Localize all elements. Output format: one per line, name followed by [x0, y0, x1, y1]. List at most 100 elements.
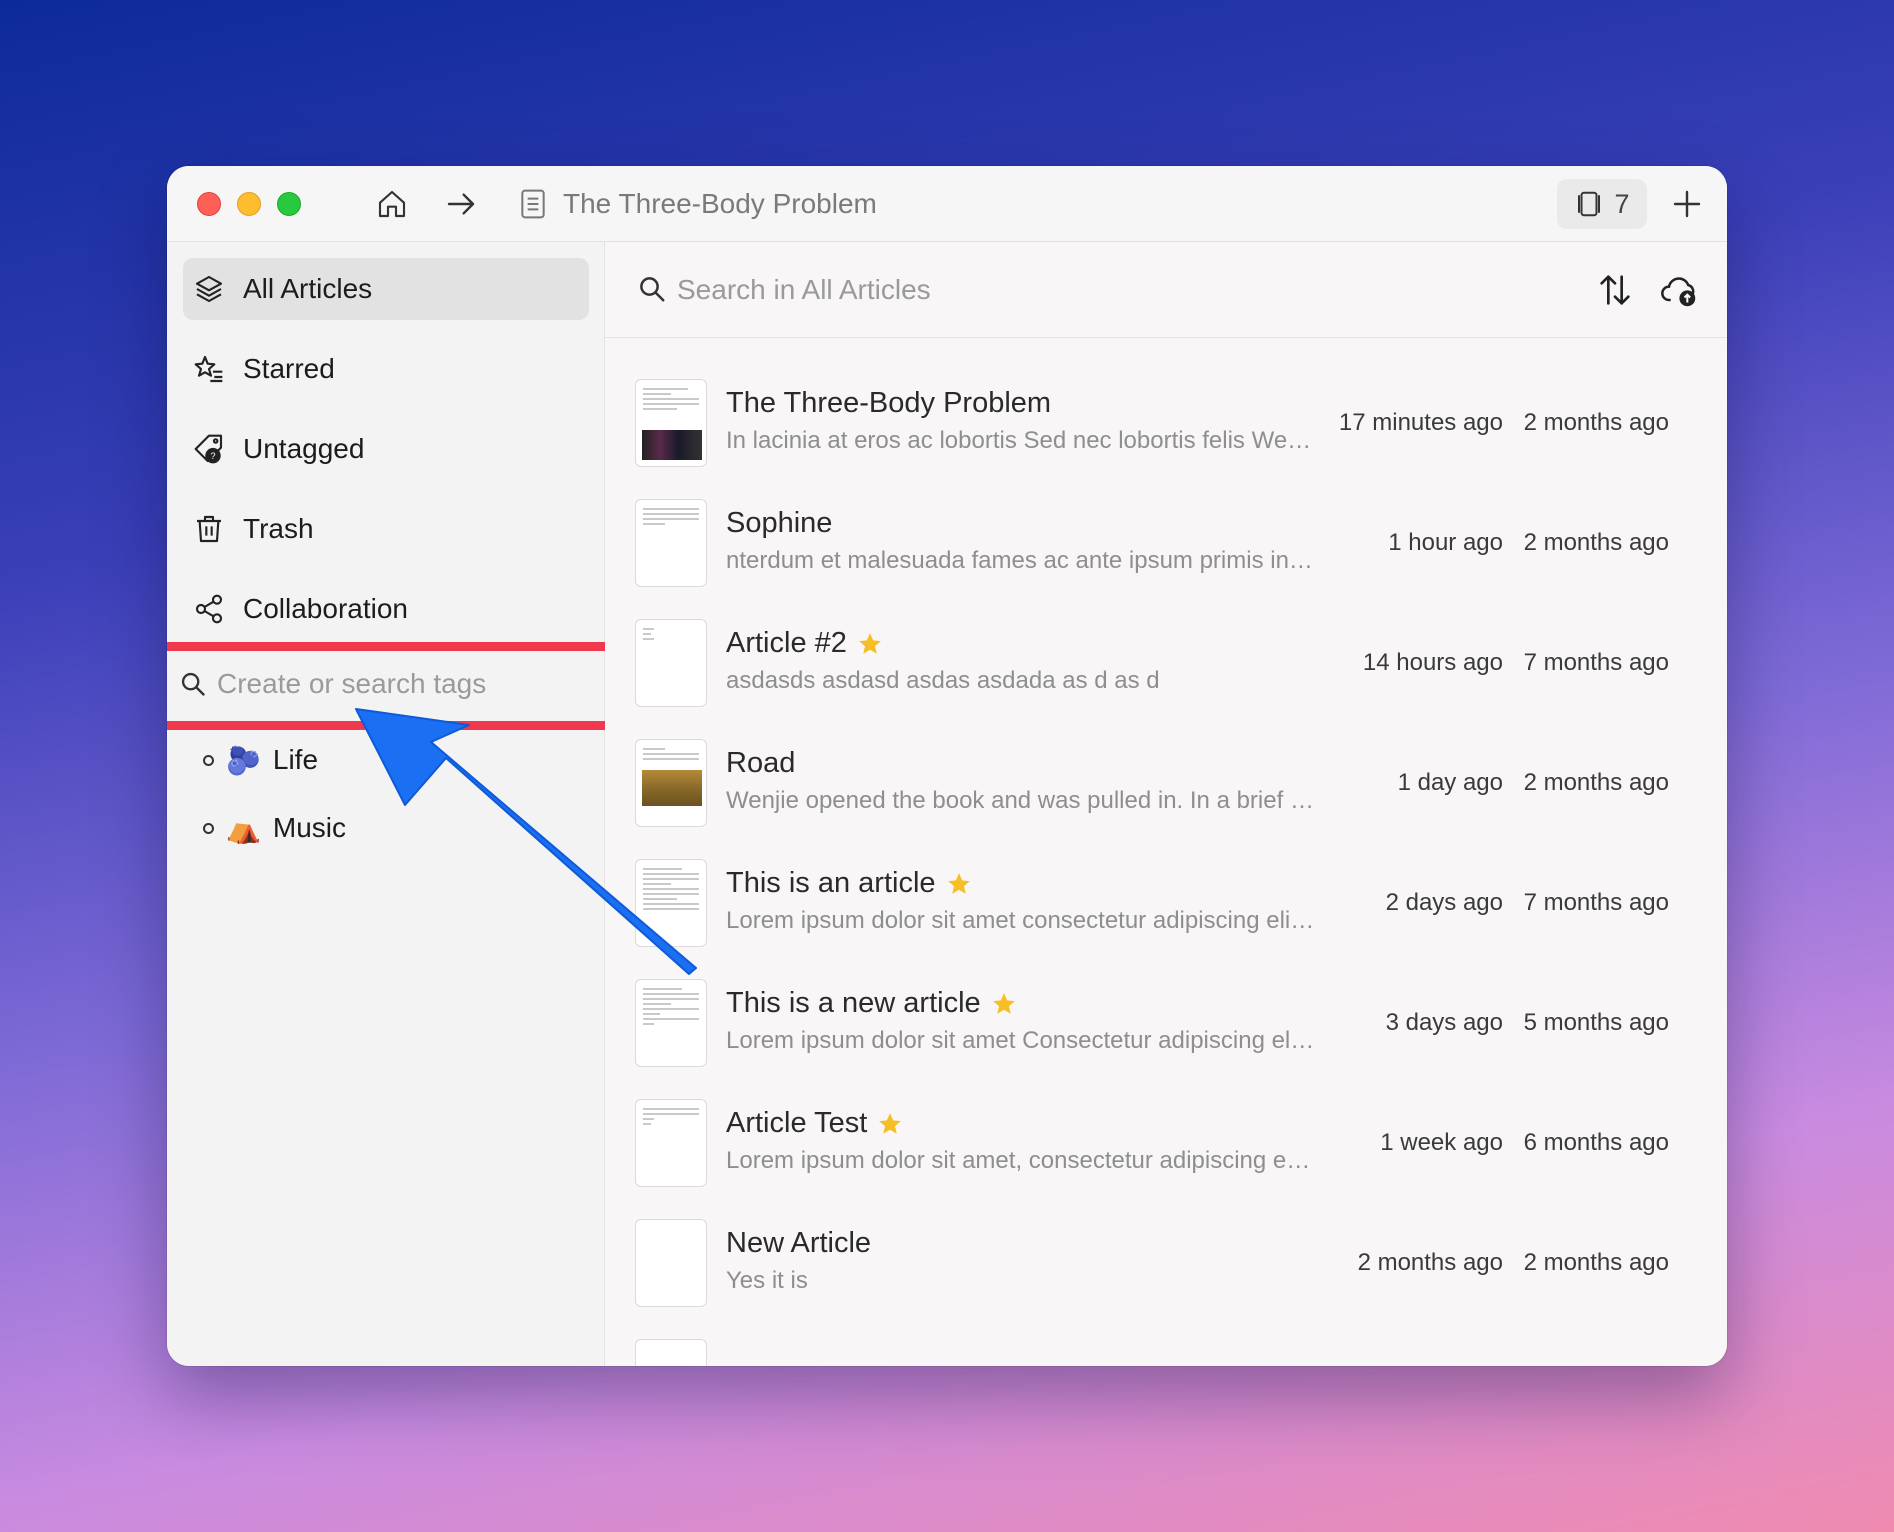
sidebar-item-starred[interactable]: Starred: [183, 338, 589, 400]
article-row[interactable]: Road Wenjie opened the book and was pull…: [605, 739, 1727, 859]
article-created-time: 7 months ago: [1523, 649, 1669, 676]
article-thumbnail: [635, 859, 707, 947]
tag-label: Life: [272, 744, 319, 775]
article-modified-time: 17 minutes ago: [1338, 409, 1503, 436]
tag-label: Music: [272, 812, 346, 843]
search-icon: [640, 277, 665, 302]
article-excerpt: Wenjie opened the book and was pulled in…: [726, 787, 1314, 814]
article-created-time: 5 months ago: [1523, 1009, 1669, 1036]
svg-text:?: ?: [210, 451, 215, 461]
sidebar-item-untagged[interactable]: ? Untagged: [183, 418, 589, 480]
article-excerpt: Yes it is: [726, 1267, 808, 1294]
article-modified-time: 1 week ago: [1380, 1129, 1503, 1156]
sort-arrows-icon: [1600, 275, 1630, 305]
article-title: This is an article: [726, 867, 972, 900]
sidebar-item-label: Collaboration: [243, 593, 408, 624]
article-row[interactable]: This is a new article Lorem ipsum dolor …: [605, 979, 1727, 1099]
tag-item-life[interactable]: 🫐 Life: [203, 738, 318, 782]
article-row[interactable]: New Article Yes it is 2 months ago 2 mon…: [605, 1219, 1727, 1339]
article-title: Article #2: [726, 627, 883, 660]
article-title: Sophine: [726, 507, 833, 539]
star-icon: [992, 992, 1015, 1014]
layers-icon: [195, 275, 223, 303]
tabs-icon: [1578, 191, 1601, 217]
article-created-time: 2 months ago: [1523, 1249, 1669, 1276]
tab-count-button[interactable]: 7: [1557, 179, 1647, 229]
article-created-time: 2 months ago: [1523, 769, 1669, 796]
article-thumbnail: [635, 379, 707, 467]
star-icon: [859, 632, 881, 654]
article-thumbnail: [635, 499, 707, 587]
article-row[interactable]: The Three-Body Problem In lacinia at ero…: [605, 379, 1727, 499]
sidebar-item-trash[interactable]: Trash: [183, 498, 589, 560]
article-row[interactable]: Sophine nterdum et malesuada fames ac an…: [605, 499, 1727, 619]
tag-search-input[interactable]: Create or search tags: [167, 644, 627, 724]
article-excerpt: asdasds asdasd asdas asdada as d as d: [726, 667, 1160, 694]
article-row[interactable]: This is an article Lorem ipsum dolor sit…: [605, 859, 1727, 979]
article-title: Article Test: [726, 1107, 903, 1140]
article-row[interactable]: Article #2 asdasds asdasd asdas asdada a…: [605, 619, 1727, 739]
tag-search-placeholder: Create or search tags: [217, 668, 487, 699]
article-search-bar[interactable]: Search in All Articles: [605, 242, 1727, 338]
article-created-time: 6 months ago: [1523, 1129, 1669, 1156]
tag-question-icon: ?: [194, 434, 223, 464]
article-title: This is a new article: [726, 987, 1017, 1020]
article-modified-time: 2 days ago: [1385, 889, 1503, 916]
cloud-upload-icon: [1661, 277, 1696, 307]
article-created-time: 7 months ago: [1523, 889, 1669, 916]
app-window: The Three-Body Problem 7 All Articles St…: [167, 166, 1727, 1366]
sidebar-item-label: Starred: [243, 353, 335, 384]
close-window-button[interactable]: [197, 192, 221, 216]
article-thumbnail: [635, 739, 707, 827]
article-row[interactable]: Article Test Lorem ipsum dolor sit amet,…: [605, 1099, 1727, 1219]
star-list-icon: [194, 355, 223, 383]
home-icon[interactable]: [374, 186, 410, 222]
article-title: New Article: [726, 1227, 872, 1259]
bullet-icon: [203, 822, 214, 834]
sidebar-item-all-articles[interactable]: All Articles: [183, 258, 589, 320]
search-icon: [181, 672, 205, 696]
article-thumbnail: [635, 1099, 707, 1187]
article-modified-time: 3 days ago: [1385, 1009, 1503, 1036]
sidebar: All Articles Starred ? Untagged Trash Co…: [167, 242, 633, 1366]
star-icon: [879, 1112, 902, 1134]
article-thumbnail: [635, 619, 707, 707]
zoom-window-button[interactable]: [277, 192, 301, 216]
new-tab-button[interactable]: [1667, 184, 1707, 224]
article-row[interactable]: [605, 1339, 1727, 1366]
sidebar-item-label: Untagged: [243, 433, 365, 464]
sort-button[interactable]: [1595, 270, 1635, 315]
cloud-sync-button[interactable]: [1659, 270, 1699, 315]
article-thumbnail: [635, 1219, 707, 1307]
window-title: The Three-Body Problem: [563, 188, 877, 219]
sidebar-item-collaboration[interactable]: Collaboration: [183, 578, 589, 640]
bullet-icon: [203, 754, 214, 766]
sidebar-item-label: All Articles: [243, 273, 373, 304]
article-modified-time: 2 months ago: [1357, 1249, 1503, 1276]
document-icon: [515, 186, 551, 222]
star-icon: [947, 872, 970, 894]
plus-icon: [1673, 190, 1701, 218]
title-bar: The Three-Body Problem 7: [167, 166, 1727, 242]
article-search-placeholder: Search in All Articles: [677, 274, 931, 305]
tag-item-music[interactable]: ⛺ Music: [203, 806, 346, 850]
article-thumbnail: [635, 979, 707, 1067]
share-icon: [195, 594, 223, 624]
article-title: The Three-Body Problem: [726, 387, 1052, 419]
article-list-pane: Search in All Articles The Three-Body Pr…: [605, 242, 1727, 1366]
article-thumbnail: [635, 1339, 707, 1366]
tab-count: 7: [1614, 188, 1630, 219]
trash-icon: [197, 515, 221, 543]
tent-icon: ⛺: [226, 812, 261, 844]
article-created-time: 2 months ago: [1523, 409, 1669, 436]
article-modified-time: 1 hour ago: [1388, 529, 1503, 556]
forward-arrow-icon[interactable]: [443, 186, 479, 222]
article-excerpt: Lorem ipsum dolor sit amet, consectetur …: [726, 1147, 1311, 1174]
article-modified-time: 14 hours ago: [1362, 649, 1503, 676]
sidebar-item-label: Trash: [243, 513, 314, 544]
minimize-window-button[interactable]: [237, 192, 261, 216]
blueberries-icon: 🫐: [226, 744, 261, 776]
article-created-time: 2 months ago: [1523, 529, 1669, 556]
article-excerpt: nterdum et malesuada fames ac ante ipsum…: [726, 547, 1313, 574]
article-excerpt: Lorem ipsum dolor sit amet consectetur a…: [726, 907, 1315, 934]
